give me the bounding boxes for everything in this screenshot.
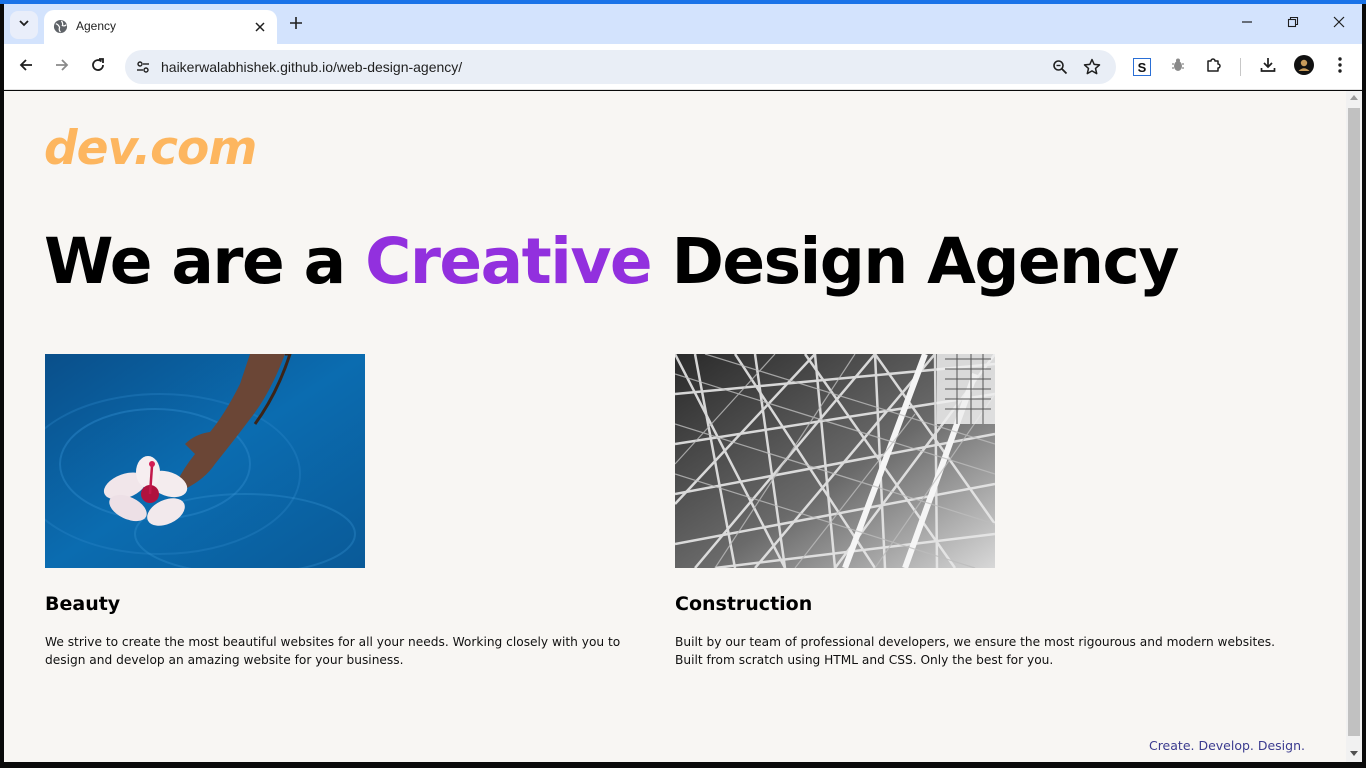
extension-s-button[interactable]: S xyxy=(1128,53,1156,81)
download-icon xyxy=(1259,56,1277,79)
card-description: We strive to create the most beautiful w… xyxy=(45,635,621,667)
back-button[interactable] xyxy=(12,53,40,81)
chevron-down-icon xyxy=(18,16,30,34)
site-logo[interactable]: dev.com xyxy=(44,121,257,176)
profile-button[interactable] xyxy=(1290,53,1318,81)
tab-close-icon[interactable] xyxy=(250,17,270,37)
browser-window: Agency haikerwalabhishek.github.io/web-d… xyxy=(0,0,1366,768)
active-tab[interactable]: Agency xyxy=(44,10,277,44)
headline-accent-word: Creative xyxy=(365,225,653,298)
extensions-button[interactable] xyxy=(1200,53,1228,81)
close-window-button[interactable] xyxy=(1319,10,1359,38)
puzzle-icon xyxy=(1205,56,1223,79)
menu-button[interactable] xyxy=(1326,53,1354,81)
kebab-menu-icon xyxy=(1338,56,1342,78)
downloads-button[interactable] xyxy=(1254,53,1282,81)
tab-title: Agency xyxy=(76,19,117,33)
bookmark-star-icon[interactable] xyxy=(1081,56,1103,78)
site-settings-icon[interactable] xyxy=(133,57,153,77)
minimize-button[interactable] xyxy=(1227,10,1267,38)
footer-tagline: Create. Develop. Design. xyxy=(1148,738,1305,753)
headline-text-start: We are a xyxy=(44,225,366,298)
vertical-scrollbar[interactable] xyxy=(1346,91,1362,762)
browser-toolbar: haikerwalabhishek.github.io/web-design-a… xyxy=(4,44,1362,90)
minimize-icon xyxy=(1241,15,1253,33)
extension-bug-button[interactable] xyxy=(1164,53,1192,81)
address-bar[interactable]: haikerwalabhishek.github.io/web-design-a… xyxy=(125,50,1116,84)
arrow-right-icon xyxy=(54,57,70,78)
toolbar-separator xyxy=(1240,58,1241,76)
plus-icon xyxy=(290,16,302,34)
card-title: Construction xyxy=(675,593,813,615)
headline-text-end: Design Agency xyxy=(651,225,1180,298)
zoom-icon[interactable] xyxy=(1049,56,1071,78)
reload-icon xyxy=(90,57,106,78)
globe-icon xyxy=(53,19,68,34)
scroll-down-arrow-icon[interactable] xyxy=(1350,751,1358,756)
scroll-up-arrow-icon[interactable] xyxy=(1350,95,1358,100)
feature-card-beauty: Beauty We strive to create the most beau… xyxy=(45,354,645,669)
reload-button[interactable] xyxy=(84,53,112,81)
arrow-left-icon xyxy=(18,57,34,78)
card-description: Built by our team of professional develo… xyxy=(675,635,1275,667)
page-viewport: dev.com We are a Creative Design Agency xyxy=(4,91,1346,762)
card-title: Beauty xyxy=(45,593,121,615)
new-tab-button[interactable] xyxy=(284,13,308,37)
tab-strip: Agency xyxy=(4,4,1362,44)
beauty-image xyxy=(45,354,365,568)
url-text: haikerwalabhishek.github.io/web-design-a… xyxy=(161,59,463,75)
avatar xyxy=(1294,54,1314,80)
tab-search-button[interactable] xyxy=(10,11,38,39)
construction-image xyxy=(675,354,995,568)
bug-icon xyxy=(1170,57,1186,78)
hero-headline: We are a Creative Design Agency xyxy=(44,225,1180,298)
scrollbar-thumb[interactable] xyxy=(1348,108,1360,736)
close-icon xyxy=(1333,15,1345,33)
restore-button[interactable] xyxy=(1273,10,1313,38)
feature-card-construction: Construction Built by our team of profes… xyxy=(675,354,1275,669)
forward-button[interactable] xyxy=(48,53,76,81)
restore-icon xyxy=(1287,15,1299,33)
s-extension-icon: S xyxy=(1133,58,1151,76)
